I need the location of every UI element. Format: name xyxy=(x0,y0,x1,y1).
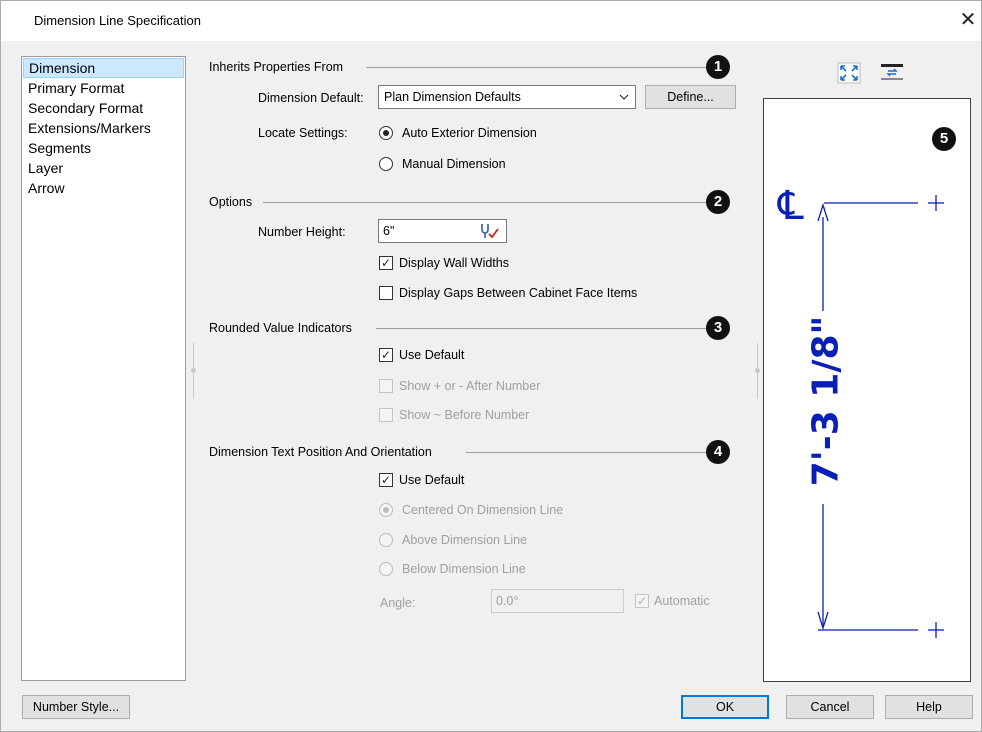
automatic-checkbox[interactable]: ✓ xyxy=(635,594,649,608)
rounded-section-title: Rounded Value Indicators xyxy=(209,321,352,335)
nav-item-dimension[interactable]: Dimension xyxy=(23,58,184,78)
rounded-divider xyxy=(376,328,706,329)
angle-value: 0.0° xyxy=(496,594,519,608)
edit-value-icon[interactable] xyxy=(478,222,500,247)
show-plus-minus-label: Show + or - After Number xyxy=(399,379,541,393)
callout-badge-1: 1 xyxy=(706,55,730,79)
centered-radio[interactable] xyxy=(379,503,393,517)
angle-input[interactable]: 0.0° xyxy=(491,589,624,613)
nav-item-segments[interactable]: Segments xyxy=(22,138,185,158)
display-gaps-label: Display Gaps Between Cabinet Face Items xyxy=(399,286,638,300)
callout-badge-3: 3 xyxy=(706,316,730,340)
callout-badge-2: 2 xyxy=(706,190,730,214)
text-position-use-default-label: Use Default xyxy=(399,473,465,487)
chevron-down-icon xyxy=(619,86,629,115)
inherits-divider xyxy=(366,67,706,68)
number-height-input[interactable]: 6" xyxy=(378,219,507,243)
display-wall-widths-checkbox[interactable]: ✓ xyxy=(379,256,393,270)
angle-label: Angle: xyxy=(380,596,416,610)
below-label: Below Dimension Line xyxy=(402,562,526,576)
show-tilde-checkbox[interactable] xyxy=(379,408,393,422)
nav-item-layer[interactable]: Layer xyxy=(22,158,185,178)
dimension-value-text: 7'-3 1/8" xyxy=(805,315,847,487)
centerline-symbol: ℄ xyxy=(778,183,804,229)
text-position-use-default-checkbox[interactable]: ✓ xyxy=(379,473,393,487)
locate-auto-label: Auto Exterior Dimension xyxy=(402,126,537,140)
number-height-label: Number Height: xyxy=(258,225,346,239)
close-icon[interactable]: ✕ xyxy=(955,7,981,33)
automatic-label: Automatic xyxy=(654,594,710,608)
nav-item-primary-format[interactable]: Primary Format xyxy=(22,78,185,98)
dimension-default-label: Dimension Default: xyxy=(258,91,364,105)
options-divider xyxy=(263,202,706,203)
show-plus-minus-checkbox[interactable] xyxy=(379,379,393,393)
nav-item-secondary-format[interactable]: Secondary Format xyxy=(22,98,185,118)
display-wall-widths-label: Display Wall Widths xyxy=(399,256,509,270)
cancel-button[interactable]: Cancel xyxy=(786,695,874,719)
dialog-title: Dimension Line Specification xyxy=(34,13,201,28)
text-position-divider xyxy=(466,452,706,453)
display-gaps-checkbox[interactable] xyxy=(379,286,393,300)
above-label: Above Dimension Line xyxy=(402,533,528,547)
centered-label: Centered On Dimension Line xyxy=(402,503,564,517)
locate-manual-radio[interactable] xyxy=(379,157,393,171)
category-list[interactable]: Dimension Primary Format Secondary Forma… xyxy=(21,56,186,681)
right-splitter-grip xyxy=(755,368,760,373)
define-button[interactable]: Define... xyxy=(645,85,736,109)
locate-auto-radio[interactable] xyxy=(379,126,393,140)
dimension-default-select[interactable]: Plan Dimension Defaults xyxy=(378,85,636,109)
text-position-section-title: Dimension Text Position And Orientation xyxy=(209,445,432,459)
preview-panel: 5 ℄ 7'-3 1/8" xyxy=(763,98,971,682)
dialog-window: Dimension Line Specification ✕ Dimension… xyxy=(0,0,982,732)
options-section-title: Options xyxy=(209,195,253,209)
fill-window-icon[interactable] xyxy=(837,62,861,84)
dimension-default-value: Plan Dimension Defaults xyxy=(384,90,521,104)
number-style-button[interactable]: Number Style... xyxy=(22,695,130,719)
nav-item-arrow[interactable]: Arrow xyxy=(22,178,185,198)
show-tilde-label: Show ~ Before Number xyxy=(399,408,530,422)
ok-button[interactable]: OK xyxy=(681,695,769,719)
rounded-use-default-checkbox[interactable]: ✓ xyxy=(379,348,393,362)
rounded-use-default-label: Use Default xyxy=(399,348,465,362)
below-radio[interactable] xyxy=(379,562,393,576)
title-bar: Dimension Line Specification ✕ xyxy=(1,1,981,41)
inherits-section-title: Inherits Properties From xyxy=(209,60,344,74)
help-button[interactable]: Help xyxy=(885,695,973,719)
locate-settings-label: Locate Settings: xyxy=(258,126,348,140)
callout-badge-4: 4 xyxy=(706,440,730,464)
number-height-value: 6" xyxy=(383,224,395,238)
left-splitter-grip xyxy=(191,368,196,373)
nav-item-extensions-markers[interactable]: Extensions/Markers xyxy=(22,118,185,138)
locate-manual-label: Manual Dimension xyxy=(402,157,506,171)
above-radio[interactable] xyxy=(379,533,393,547)
swap-sides-icon[interactable] xyxy=(879,62,905,84)
